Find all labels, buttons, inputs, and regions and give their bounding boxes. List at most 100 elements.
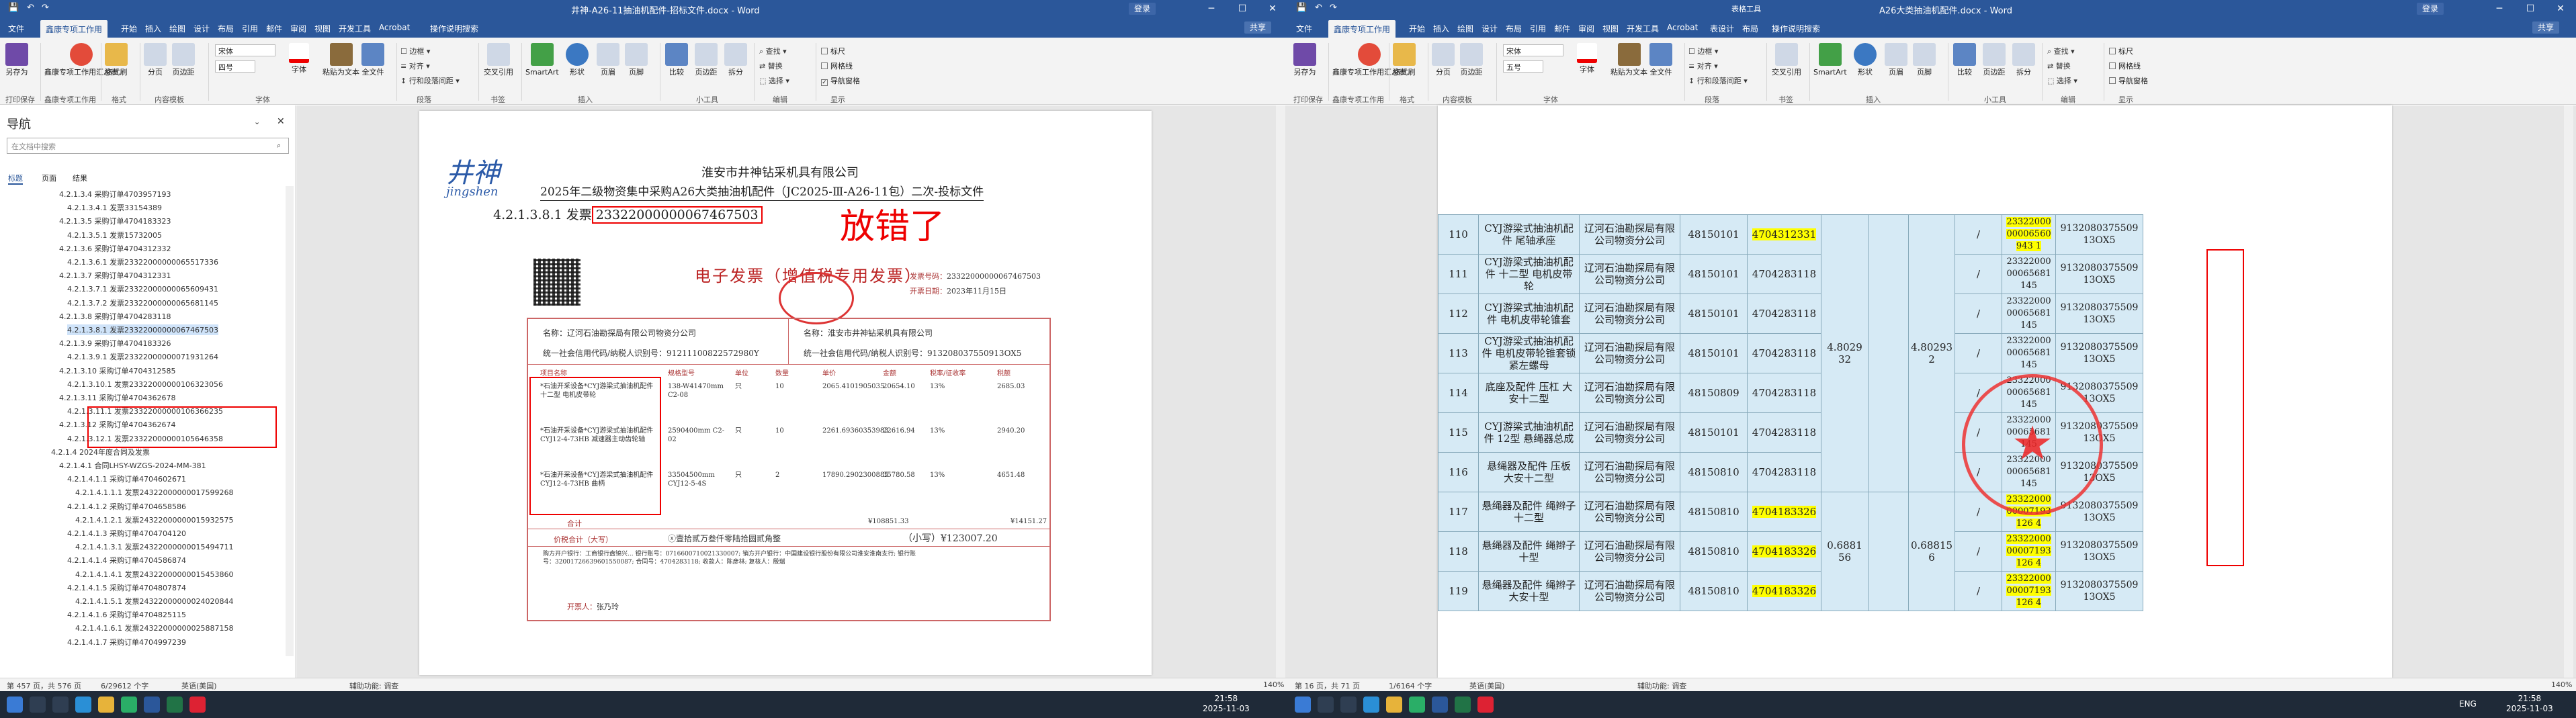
maximize-icon[interactable]: ☐ bbox=[2515, 0, 2546, 17]
cell-order-number[interactable]: 4704183326 bbox=[1747, 571, 1821, 611]
nav-tree-item[interactable]: 4.2.1.3.8.1 发票23322000000067467503 bbox=[67, 324, 218, 335]
cell-row-number[interactable]: 114 bbox=[1438, 373, 1479, 413]
wechat-icon[interactable] bbox=[121, 697, 137, 713]
close-icon[interactable]: ✕ bbox=[1257, 0, 1288, 17]
tab-file[interactable]: 文件 bbox=[1296, 23, 1312, 34]
shape-button[interactable]: 形状 bbox=[1854, 43, 1877, 77]
nav-tree-item[interactable]: 4.2.1.4.1.1 采购订单4704602671 bbox=[67, 474, 186, 484]
cell-buyer[interactable]: 辽河石油勘探局有限公司物资分公司 bbox=[1579, 254, 1680, 294]
nav-scrollbar[interactable] bbox=[286, 186, 294, 656]
login-button[interactable]: 登录 bbox=[1129, 3, 1156, 15]
share-button[interactable]: 共享 bbox=[2532, 21, 2560, 34]
cell-invoice-number[interactable]: 2332200000065681145 bbox=[2002, 294, 2057, 334]
cell-item-name[interactable]: 悬绳器及配件 绳辫子 十型 bbox=[1478, 531, 1580, 572]
nav-tree-item[interactable]: 4.2.1.4.1.2 采购订单4704658586 bbox=[67, 501, 186, 512]
nav-tree-item[interactable]: 4.2.1.3.9.1 发票23322000000071931264 bbox=[67, 351, 218, 362]
cell-category-code[interactable]: 48150810 bbox=[1680, 531, 1748, 572]
cell-merged-empty[interactable] bbox=[1868, 214, 1909, 492]
cell-row-number[interactable]: 113 bbox=[1438, 333, 1479, 373]
cell-category-code[interactable]: 48150101 bbox=[1680, 214, 1748, 255]
nav-tree-item[interactable]: 4.2.1.4.1.5 采购订单4704807874 bbox=[67, 582, 186, 593]
maximize-icon[interactable]: ☐ bbox=[1227, 0, 1258, 17]
edge-icon[interactable] bbox=[75, 697, 91, 713]
wechat-icon[interactable] bbox=[1409, 697, 1425, 713]
nav-tree-item[interactable]: 4.2.1.4.1.2.1 发票24322000000015932575 bbox=[75, 514, 233, 525]
shape-button[interactable]: 形状 bbox=[566, 43, 589, 77]
zoom-level[interactable]: 140% bbox=[2551, 680, 2572, 689]
cell-row-number[interactable]: 112 bbox=[1438, 294, 1479, 334]
cell-invoice-number[interactable]: 2332200000007193126 4 bbox=[2002, 531, 2057, 572]
cell-buyer[interactable]: 辽河石油勘探局有限公司物资分公司 bbox=[1579, 412, 1680, 453]
tab-file[interactable]: 文件 bbox=[8, 23, 24, 34]
cell-buyer[interactable]: 辽河石油勘探局有限公司物资分公司 bbox=[1579, 452, 1680, 492]
nav-tree-item[interactable]: 4.2.1.3.4 采购订单4703957193 bbox=[59, 189, 171, 199]
nav-tree-item[interactable]: 4.2.1.4.1.3.1 发票24322000000015494711 bbox=[75, 541, 233, 552]
tab-acrobat[interactable]: Acrobat bbox=[379, 23, 410, 32]
align-option[interactable]: ≡ 对齐 ▾ bbox=[400, 60, 430, 71]
cell-tax-id[interactable]: 913208037550913OX5 bbox=[2055, 531, 2144, 572]
nav-tree-item[interactable]: 4.2.1.3.8 采购订单4704283118 bbox=[59, 311, 171, 322]
multi-file-button[interactable]: 全文件 bbox=[361, 43, 384, 77]
split-button[interactable]: 拆分 bbox=[2012, 43, 2035, 77]
tab-design[interactable]: 设计 bbox=[1482, 23, 1498, 34]
nav-tree-item[interactable]: 4.2.1.3.7 采购订单4704312331 bbox=[59, 270, 171, 281]
cell-row-number[interactable]: 117 bbox=[1438, 492, 1479, 532]
share-button[interactable]: 共享 bbox=[1244, 21, 1272, 34]
language[interactable]: 英语(美国) bbox=[181, 680, 217, 691]
border-option[interactable]: ☐ 边框 ▾ bbox=[1688, 46, 1718, 56]
cell-order-number[interactable]: 4704283118 bbox=[1747, 333, 1821, 373]
start-icon[interactable] bbox=[7, 697, 23, 713]
excel-icon[interactable] bbox=[167, 697, 183, 713]
cell-category-code[interactable]: 48150810 bbox=[1680, 571, 1748, 611]
tab-review[interactable]: 审阅 bbox=[1578, 23, 1594, 34]
tab-review[interactable]: 审阅 bbox=[290, 23, 306, 34]
undo-icon[interactable]: ↶ bbox=[1315, 3, 1322, 13]
tab-developer[interactable]: 开发工具 bbox=[339, 23, 371, 34]
save-as-button[interactable]: 另存为 bbox=[5, 43, 28, 77]
nav-tree-item[interactable]: 4.2.1.4.1.6 采购订单4704825115 bbox=[67, 609, 186, 620]
select-option[interactable]: ⬚ 选择 ▾ bbox=[759, 75, 789, 86]
cell-merged-ratio[interactable]: 4.8029 32 bbox=[1821, 214, 1869, 492]
tab-layout[interactable]: 布局 bbox=[218, 23, 234, 34]
page-count[interactable]: 第 16 页，共 71 页 bbox=[1295, 680, 1360, 691]
nav-tree-item[interactable]: 4.2.1.3.7.1 发票23322000000065609431 bbox=[67, 283, 218, 294]
cell-tax-id[interactable]: 913208037550913OX5 bbox=[2055, 571, 2144, 611]
linespacing-option[interactable]: ↕ 行和段落间距 ▾ bbox=[1688, 75, 1748, 86]
clock-left[interactable]: 21:58 2025-11-03 bbox=[1203, 694, 1250, 714]
nav-search-input[interactable]: 在文档中搜索 bbox=[7, 138, 289, 154]
nav-pane-checkbox[interactable]: 导航窗格 bbox=[2109, 75, 2148, 86]
clock-right[interactable]: 21:58 2025-11-03 bbox=[2506, 694, 2553, 714]
cell-slash[interactable]: / bbox=[1955, 333, 2003, 373]
nav-tree-item[interactable]: 4.2.1.3.6 采购订单4704312332 bbox=[59, 243, 171, 254]
nav-tree-item[interactable]: 4.2.1.3.10 采购订单4704312585 bbox=[59, 365, 175, 376]
redo-icon[interactable]: ↷ bbox=[1330, 3, 1337, 13]
cell-order-number[interactable]: 4704312331 bbox=[1747, 214, 1821, 255]
tab-draw[interactable]: 绘图 bbox=[169, 23, 185, 34]
tab-layout[interactable]: 布局 bbox=[1506, 23, 1522, 34]
save-as-button[interactable]: 另存为 bbox=[1293, 43, 1316, 77]
nav-tree-item[interactable]: 4.2.1.4.1.1.1 发票24322000000017599268 bbox=[75, 487, 233, 498]
nav-tree-item[interactable]: 4.2.1.4 2024年度合同及发票 bbox=[51, 447, 150, 457]
tab-insert[interactable]: 插入 bbox=[1433, 23, 1449, 34]
nav-tree-item[interactable]: 4.2.1.3.11 采购订单4704362678 bbox=[59, 392, 175, 403]
font-name-combo[interactable]: 宋体 bbox=[215, 44, 275, 56]
cell-row-number[interactable]: 118 bbox=[1438, 531, 1479, 572]
compare-button[interactable]: 比较 bbox=[1953, 43, 1976, 77]
cell-row-number[interactable]: 111 bbox=[1438, 254, 1479, 294]
language[interactable]: 英语(美国) bbox=[1469, 680, 1505, 691]
nav-tree-item[interactable]: 4.2.1.3.7.2 发票23322000000065681145 bbox=[67, 298, 218, 308]
cell-buyer[interactable]: 辽河石油勘探局有限公司物资分公司 bbox=[1579, 333, 1680, 373]
cell-category-code[interactable]: 48150810 bbox=[1680, 452, 1748, 492]
tab-view[interactable]: 视图 bbox=[1602, 23, 1619, 34]
cell-buyer[interactable]: 辽河石油勘探局有限公司物资分公司 bbox=[1579, 373, 1680, 413]
page-setup-button[interactable]: 页边距 bbox=[1983, 43, 2006, 77]
cell-buyer[interactable]: 辽河石油勘探局有限公司物资分公司 bbox=[1579, 214, 1680, 255]
cell-item-name[interactable]: CYJ游梁式抽油机配件 尾轴承座 bbox=[1478, 214, 1580, 255]
tab-references[interactable]: 引用 bbox=[1530, 23, 1546, 34]
edge-icon[interactable] bbox=[1363, 697, 1379, 713]
autosave-icon[interactable]: 💾 bbox=[8, 3, 19, 13]
smartart-button[interactable]: SmartArt bbox=[1813, 43, 1847, 77]
tab-mailings[interactable]: 邮件 bbox=[1554, 23, 1570, 34]
cross-reference-button[interactable]: 交叉引用 bbox=[1772, 43, 1801, 77]
replace-option[interactable]: ⇄ 替换 bbox=[2047, 60, 2071, 71]
